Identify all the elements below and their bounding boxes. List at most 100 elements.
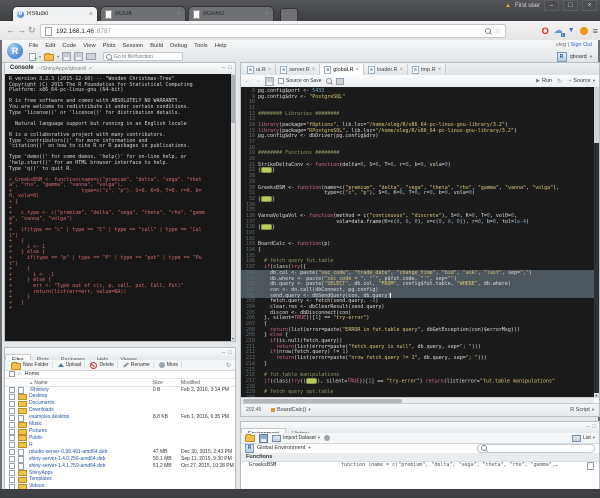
cloud-download-icon[interactable]: ☁1 [554, 25, 563, 36]
maximize-pane-icon[interactable]: □ [592, 424, 596, 430]
reload-button[interactable]: ↻ [28, 24, 36, 36]
scope-selector[interactable]: BoardCalc() ▾ [271, 407, 311, 413]
browser-tab-board[interactable]: BOARD× [188, 6, 274, 21]
editor-vscrollbar[interactable]: ▾ [594, 87, 599, 398]
bookmark-star-icon[interactable]: ☆ [495, 27, 501, 35]
file-name[interactable]: Music [29, 421, 42, 427]
source-tab-global.r[interactable]: Rglobal.R× [320, 64, 364, 75]
down-arrow-extension-icon[interactable]: ▼ [568, 27, 575, 34]
file-name[interactable]: rstudio-server-0.99.491-amd64.deb [29, 449, 107, 455]
run-button[interactable]: ▶ Run [536, 78, 552, 84]
file-row[interactable]: Downloads [5, 407, 235, 414]
file-name[interactable]: Downloads [29, 407, 54, 413]
back-nav-icon[interactable]: ← [245, 78, 251, 84]
tab-close-icon[interactable]: × [312, 67, 316, 73]
sign-out-link[interactable]: Sign Out [571, 42, 592, 48]
popout-icon[interactable]: ↗ [88, 66, 92, 72]
menu-help[interactable]: Help [215, 43, 227, 49]
save-all-icon[interactable] [74, 52, 83, 61]
code-editor[interactable]: 8pg.config$port <- 54339pg.config$drv <-… [241, 87, 594, 398]
column-name[interactable]: ▲ Name [29, 380, 48, 386]
menu-session[interactable]: Session [123, 43, 144, 49]
forward-button[interactable]: → [17, 24, 26, 36]
file-row[interactable]: Public [5, 434, 235, 441]
column-modified[interactable]: Modified [181, 380, 200, 386]
list-view-selector[interactable]: List ▾ [572, 435, 595, 442]
console-output[interactable]: R version 3.2.3 (2015-12-10) -- "Wooden … [5, 74, 231, 341]
new-file-caret-icon[interactable]: ▾ [39, 54, 41, 59]
save-icon[interactable] [62, 52, 71, 61]
code-tools-icon[interactable] [336, 78, 344, 85]
source-on-save[interactable]: Source on Save [278, 78, 322, 84]
file-name[interactable]: R [29, 442, 33, 448]
more-button[interactable]: More [156, 361, 182, 369]
environment-search-input[interactable] [489, 445, 591, 451]
pane-splitter[interactable] [236, 62, 240, 489]
file-row[interactable]: Pictures [5, 428, 235, 435]
file-row[interactable]: .Rhistory0 BFeb 2, 2016, 3:14 PM [5, 386, 235, 393]
load-workspace-icon[interactable] [245, 435, 255, 442]
rerun-icon[interactable]: ↻ [557, 78, 562, 85]
source-tab-ui.r[interactable]: Rui.R× [243, 64, 276, 75]
file-name[interactable]: shiny-server-1.4.0.756-amd64.deb [29, 456, 105, 462]
menu-edit[interactable]: Edit [45, 43, 55, 49]
file-row[interactable]: rstudio-server-0.99.491-amd64.deb47 MBDe… [5, 448, 235, 455]
console-scrollbar[interactable]: ▾ [231, 74, 235, 341]
view-function-icon[interactable] [587, 462, 594, 470]
address-bar[interactable]: 192.168.1.46 :8787 ☆ [40, 24, 506, 38]
upload-button[interactable]: Upload [55, 361, 86, 369]
editor-line[interactable]: 217 if(class(try((), silent=TRUE))[1] ==… [241, 378, 594, 384]
file-name[interactable]: Desktop [29, 393, 47, 399]
tab-close-icon[interactable]: × [400, 67, 404, 73]
menu-view[interactable]: View [83, 43, 95, 49]
breadcrumb-home[interactable]: Home [25, 371, 40, 377]
import-dataset-button[interactable]: Import Dataset ▾ [272, 435, 320, 442]
file-type-selector[interactable]: R Script ▾ [570, 407, 594, 413]
menu-tools[interactable]: Tools [194, 43, 208, 49]
tab-close-icon[interactable]: × [438, 67, 442, 73]
new-folder-button[interactable]: New Folder [8, 361, 53, 369]
environment-search-box[interactable] [477, 444, 595, 453]
forward-nav-icon[interactable]: → [255, 78, 261, 84]
file-row[interactable]: R [5, 441, 235, 448]
maximize-pane-icon[interactable]: □ [228, 350, 232, 356]
save-file-icon[interactable] [265, 77, 274, 86]
project-selector[interactable]: R qboard ▾ [557, 52, 592, 62]
orange-dot-extension-icon[interactable] [580, 27, 588, 35]
file-row[interactable]: Desktop [5, 393, 235, 400]
source-button[interactable]: ➝ Source ▾ [567, 78, 595, 84]
file-name[interactable]: Public [29, 435, 43, 441]
new-project-icon[interactable] [44, 54, 54, 61]
file-row[interactable]: ShinyApps [5, 469, 235, 476]
browser-menu-icon[interactable]: ≡ [593, 26, 598, 36]
minimize-pane-icon[interactable]: – [222, 350, 225, 356]
file-name[interactable]: examples.desktop [29, 414, 69, 420]
browser-tab-rstudio[interactable]: RRStudio× [12, 6, 98, 21]
new-file-icon[interactable] [29, 53, 36, 61]
file-row[interactable]: examples.desktop8.8 KBFeb 1, 2016, 6:35 … [5, 414, 235, 421]
tab-close-icon[interactable]: × [89, 11, 93, 18]
minimize-pane-icon[interactable]: – [586, 424, 589, 430]
file-row[interactable]: Documents [5, 400, 235, 407]
file-name[interactable]: Pictures [29, 428, 47, 434]
chevron-down-icon[interactable]: ▾ [308, 445, 310, 451]
goto-file-input[interactable] [103, 52, 183, 61]
print-icon[interactable] [86, 53, 96, 60]
save-workspace-icon[interactable] [259, 434, 268, 443]
maximize-pane-icon[interactable]: □ [228, 65, 232, 71]
browser-tab-book[interactable]: BOOK× [100, 6, 186, 21]
column-size[interactable]: Size [153, 380, 163, 386]
file-row[interactable]: shiny-server-1.4.1.759-amd64.deb51.2 MBO… [5, 462, 235, 469]
tab-close-icon[interactable]: × [177, 11, 181, 18]
open-caret-icon[interactable]: ▾ [57, 54, 59, 59]
file-name[interactable]: .Rhistory [29, 387, 49, 393]
clear-workspace-icon[interactable] [324, 435, 330, 441]
menu-file[interactable]: File [29, 43, 38, 49]
tab-close-icon[interactable]: × [355, 67, 359, 73]
new-tab-button[interactable] [280, 8, 298, 21]
environment-scope-selector[interactable]: Global Environment [257, 445, 305, 451]
file-name[interactable]: shiny-server-1.4.1.759-amd64.deb [29, 463, 105, 469]
source-on-save-checkbox[interactable] [278, 78, 284, 84]
rename-button[interactable]: Rename [120, 361, 154, 369]
back-button[interactable]: ← [6, 24, 15, 36]
